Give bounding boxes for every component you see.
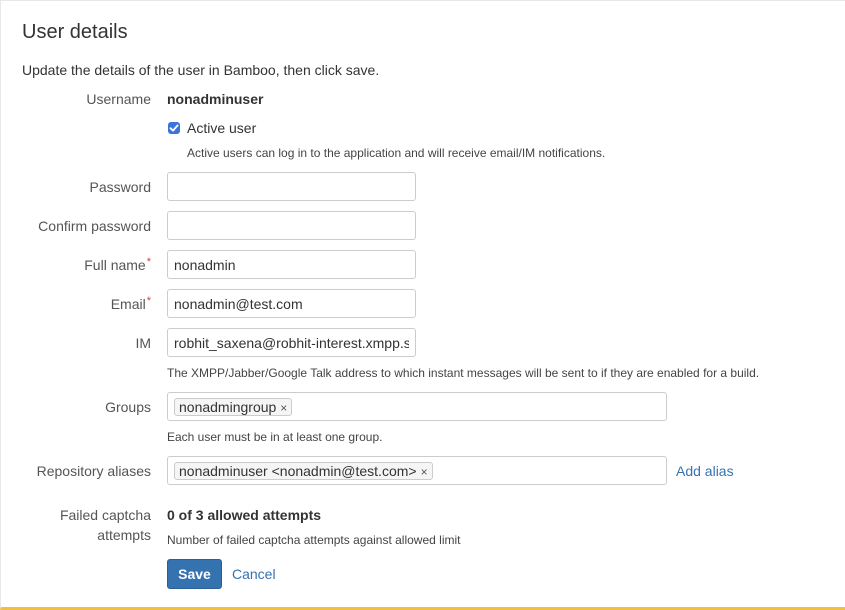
alias-tag: nonadminuser <nonadmin@test.com> × <box>174 462 433 480</box>
failed-captcha-label: Failed captcha <box>59 507 151 523</box>
cancel-link[interactable]: Cancel <box>232 566 276 582</box>
page-title: User details <box>22 21 128 43</box>
checkmark-icon <box>169 124 179 132</box>
remove-tag-icon[interactable]: × <box>421 464 428 480</box>
group-tag-label: nonadmingroup <box>179 399 277 415</box>
password-field[interactable] <box>167 172 416 201</box>
active-user-help: Active users can log in to the applicati… <box>187 146 606 160</box>
im-label: IM <box>135 335 151 351</box>
remove-tag-icon[interactable]: × <box>280 400 287 416</box>
alias-tag-label: nonadminuser <nonadmin@test.com> <box>179 463 417 479</box>
group-tag: nonadmingroup × <box>174 398 293 416</box>
failed-captcha-help: Number of failed captcha attempts agains… <box>167 533 461 547</box>
groups-label: Groups <box>105 399 151 415</box>
email-field[interactable] <box>167 289 416 318</box>
groups-input[interactable]: nonadmingroup × <box>167 392 667 421</box>
username-label: Username <box>86 91 151 107</box>
required-marker: * <box>146 256 151 268</box>
email-label: Email* <box>110 295 151 312</box>
user-details-page: User details Update the details of the u… <box>0 0 845 610</box>
password-label: Password <box>89 179 151 195</box>
active-user-checkbox[interactable] <box>168 122 180 134</box>
required-marker: * <box>146 295 151 307</box>
failed-captcha-label-line2: attempts <box>97 527 151 543</box>
add-alias-link[interactable]: Add alias <box>676 463 734 479</box>
email-label-text: Email <box>110 296 146 312</box>
save-button[interactable]: Save <box>167 559 222 589</box>
active-user-label[interactable]: Active user <box>187 120 256 136</box>
full-name-label: Full name* <box>84 256 151 273</box>
im-help: The XMPP/Jabber/Google Talk address to w… <box>167 366 760 380</box>
confirm-password-label: Confirm password <box>38 218 151 234</box>
repository-aliases-input[interactable]: nonadminuser <nonadmin@test.com> × <box>167 456 667 485</box>
full-name-field[interactable] <box>167 250 416 279</box>
username-value: nonadminuser <box>167 91 264 107</box>
confirm-password-field[interactable] <box>167 211 416 240</box>
failed-captcha-value: 0 of 3 allowed attempts <box>167 507 322 523</box>
im-field[interactable] <box>167 328 416 357</box>
repository-aliases-label: Repository aliases <box>36 463 151 479</box>
page-description: Update the details of the user in Bamboo… <box>22 62 380 78</box>
groups-help: Each user must be in at least one group. <box>167 430 383 444</box>
full-name-label-text: Full name <box>84 257 146 273</box>
